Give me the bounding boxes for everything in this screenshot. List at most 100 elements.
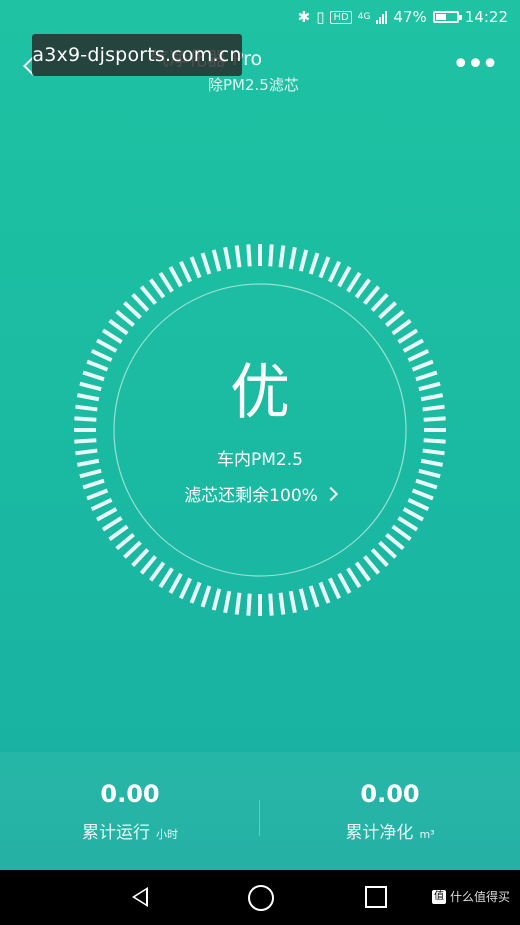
dial-tick xyxy=(354,278,371,299)
dial-tick xyxy=(158,567,174,589)
nav-recents-icon[interactable] xyxy=(365,886,387,908)
dial-tick xyxy=(346,567,362,589)
dial-tick xyxy=(158,271,174,293)
purified-label-wrap: 累计净化 m³ xyxy=(260,818,520,843)
dial-tick xyxy=(385,532,405,551)
dial-tick xyxy=(362,285,381,305)
dial-tick xyxy=(378,540,397,559)
dial-tick xyxy=(385,309,405,328)
dial-tick xyxy=(168,572,183,594)
dial-tick xyxy=(362,555,381,575)
status-icons: ✱ ▯ HD 4G 47% 14:22 xyxy=(298,8,508,26)
dial-tick xyxy=(370,548,389,567)
dial-tick xyxy=(268,593,274,616)
dial-tick xyxy=(115,309,135,328)
status-bar: ✱ ▯ HD 4G 47% 14:22 xyxy=(0,0,520,34)
dial-tick xyxy=(178,577,192,600)
filter-remaining-link[interactable]: 滤芯还剩余100% xyxy=(0,481,520,506)
dial-tick xyxy=(328,577,342,600)
nav-back-icon-inner xyxy=(135,890,146,904)
chevron-right-icon xyxy=(323,486,338,502)
inner-ring xyxy=(113,283,407,577)
dial-tick xyxy=(223,246,232,270)
vibrate-icon: ▯ xyxy=(316,8,325,26)
signal-icon xyxy=(376,10,388,24)
bluetooth-icon: ✱ xyxy=(297,8,311,26)
dial-tick xyxy=(278,592,286,615)
dial-tick xyxy=(288,590,297,614)
smzdm-text: 什么值得买 xyxy=(449,890,510,904)
battery-icon xyxy=(432,11,462,23)
dial-tick xyxy=(354,561,371,582)
dial-tick xyxy=(108,319,129,336)
device-subtitle: 除PM2.5滤芯 xyxy=(208,76,299,94)
clock: 14:22 xyxy=(464,8,508,26)
dial-tick xyxy=(298,249,309,272)
dial-tick xyxy=(328,260,342,283)
dial-tick xyxy=(234,245,242,268)
dial-tick xyxy=(318,581,331,604)
dial-tick xyxy=(108,524,129,541)
dial-tick xyxy=(246,593,252,616)
more-options-icon[interactable]: ••• xyxy=(452,50,499,80)
dial-tick xyxy=(278,245,286,268)
dial-tick xyxy=(402,338,424,353)
purified-value: 0.00 xyxy=(360,780,420,808)
filter-remaining-text: 滤芯还剩余100% xyxy=(184,486,318,506)
dial-tick xyxy=(101,328,123,344)
dial-tick xyxy=(149,278,166,299)
dial-tick xyxy=(391,319,412,336)
dial-tick xyxy=(337,572,352,594)
dial-tick xyxy=(101,516,123,532)
purified-label: 累计净化 xyxy=(345,823,414,843)
dial-tick xyxy=(308,585,320,608)
dial-tick xyxy=(74,438,97,444)
dial-tick xyxy=(123,540,142,559)
dial-tick xyxy=(200,585,212,608)
dial-tick xyxy=(378,301,397,320)
battery-percent: 47% xyxy=(393,8,427,26)
nav-home-icon[interactable] xyxy=(248,885,274,911)
dial-tick xyxy=(168,266,183,288)
system-nav-bar: 值 什么值得买 xyxy=(0,870,520,925)
dial-tick xyxy=(96,507,118,522)
dial-tick xyxy=(123,301,142,320)
dial-tick xyxy=(79,468,102,479)
runtime-stat: 0.00 累计运行 小时 xyxy=(0,752,260,870)
purified-unit: m³ xyxy=(419,828,435,841)
network-type: 4G xyxy=(357,12,371,22)
dial-tick xyxy=(397,516,419,532)
dial-tick xyxy=(370,293,389,312)
runtime-value: 0.00 xyxy=(100,780,160,808)
pm25-label: 车内PM2.5 xyxy=(217,450,303,470)
dial-tick xyxy=(96,338,118,353)
dial-tick xyxy=(211,588,222,611)
dial-tick xyxy=(397,328,419,344)
smzdm-watermark: 值 什么值得买 xyxy=(431,888,510,905)
hd-icon: HD xyxy=(330,10,352,24)
watermark: a3x9-djsports.com.cn xyxy=(32,34,242,76)
dial-tick xyxy=(131,293,150,312)
dial-tick xyxy=(139,285,158,305)
purified-stat: 0.00 累计净化 m³ xyxy=(260,752,520,870)
dial-tick xyxy=(418,468,441,479)
smzdm-logo-icon: 值 xyxy=(431,889,446,904)
air-quality-grade: 优 xyxy=(230,358,290,428)
runtime-label-wrap: 累计运行 小时 xyxy=(0,818,260,843)
dial-tick xyxy=(223,590,232,614)
dial-tick xyxy=(402,507,424,522)
stats-panel: 0.00 累计运行 小时 0.00 累计净化 m³ xyxy=(0,752,520,870)
dial-tick xyxy=(318,256,331,279)
dial-ticks xyxy=(74,244,446,616)
dial-tick xyxy=(189,256,202,279)
dial-tick xyxy=(149,561,166,582)
dial-tick xyxy=(298,588,309,611)
dial-tick xyxy=(234,592,242,615)
runtime-unit: 小时 xyxy=(156,828,178,841)
dial-tick xyxy=(200,252,212,275)
air-quality-dial xyxy=(74,244,446,616)
dial-tick xyxy=(337,266,352,288)
dial-tick xyxy=(268,244,274,267)
dial-tick xyxy=(246,244,252,267)
dial-tick xyxy=(178,260,192,283)
